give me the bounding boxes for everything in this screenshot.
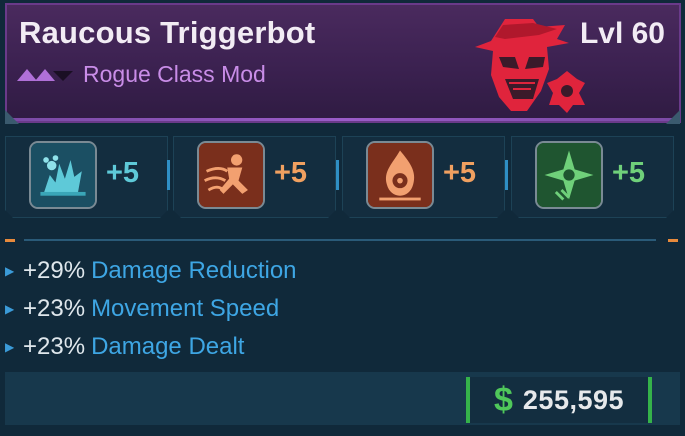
skill-separator xyxy=(505,160,508,190)
masked-vigilante-emblem-icon xyxy=(469,17,589,117)
stat-row: ▶ +23% Damage Dealt xyxy=(5,332,244,362)
skill-bonus-value: +5 xyxy=(274,157,308,189)
header-corner-left xyxy=(5,110,19,124)
stat-row: ▶ +29% Damage Reduction xyxy=(5,256,297,286)
green-shuriken-icon xyxy=(535,141,603,209)
skill-bonus-3[interactable]: +5 xyxy=(342,136,505,218)
item-type-label: Rogue Class Mod xyxy=(83,61,266,87)
skill-bonus-2[interactable]: +5 xyxy=(173,136,336,218)
skill-bonus-value: +5 xyxy=(612,157,646,189)
stat-name: Damage Dealt xyxy=(91,333,245,360)
item-type-row: Rogue Class Mod xyxy=(17,61,266,88)
bullet-arrow-icon: ▶ xyxy=(5,302,15,316)
item-card: Raucous Triggerbot Lvl 60 Rogue Class Mo… xyxy=(0,0,685,436)
dollar-sign-icon: $ xyxy=(493,380,513,419)
divider-accent-left xyxy=(5,239,15,242)
section-divider xyxy=(24,239,656,241)
item-header: Raucous Triggerbot Lvl 60 Rogue Class Mo… xyxy=(5,3,681,123)
stat-name: Damage Reduction xyxy=(91,257,297,284)
divider-accent-right xyxy=(668,239,678,242)
skill-separator xyxy=(167,160,170,190)
bullet-arrow-icon: ▶ xyxy=(5,340,15,354)
skill-bonus-1[interactable]: +5 xyxy=(5,136,168,218)
stat-amount: +29% xyxy=(23,257,86,284)
orange-flame-emblem-icon xyxy=(366,141,434,209)
stat-row: ▶ +23% Movement Speed xyxy=(5,294,279,324)
item-level: Lvl 60 xyxy=(579,17,665,50)
header-corner-right xyxy=(666,110,680,124)
price-value: 255,595 xyxy=(522,384,625,415)
orange-dash-figure-icon xyxy=(197,141,265,209)
skill-bonus-value: +5 xyxy=(443,157,477,189)
skill-bonus-4[interactable]: +5 xyxy=(511,136,674,218)
item-name: Raucous Triggerbot xyxy=(19,15,316,50)
cyan-crystal-burst-icon xyxy=(29,141,97,209)
stat-amount: +23% xyxy=(23,295,86,322)
bullet-arrow-icon: ▶ xyxy=(5,264,15,278)
stat-name: Movement Speed xyxy=(91,295,280,322)
skill-bonus-value: +5 xyxy=(106,157,140,189)
stat-amount: +23% xyxy=(23,333,86,360)
skill-separator xyxy=(336,160,339,190)
price-box: $ 255,595 xyxy=(466,377,652,423)
rarity-chevrons-icon xyxy=(17,67,77,83)
